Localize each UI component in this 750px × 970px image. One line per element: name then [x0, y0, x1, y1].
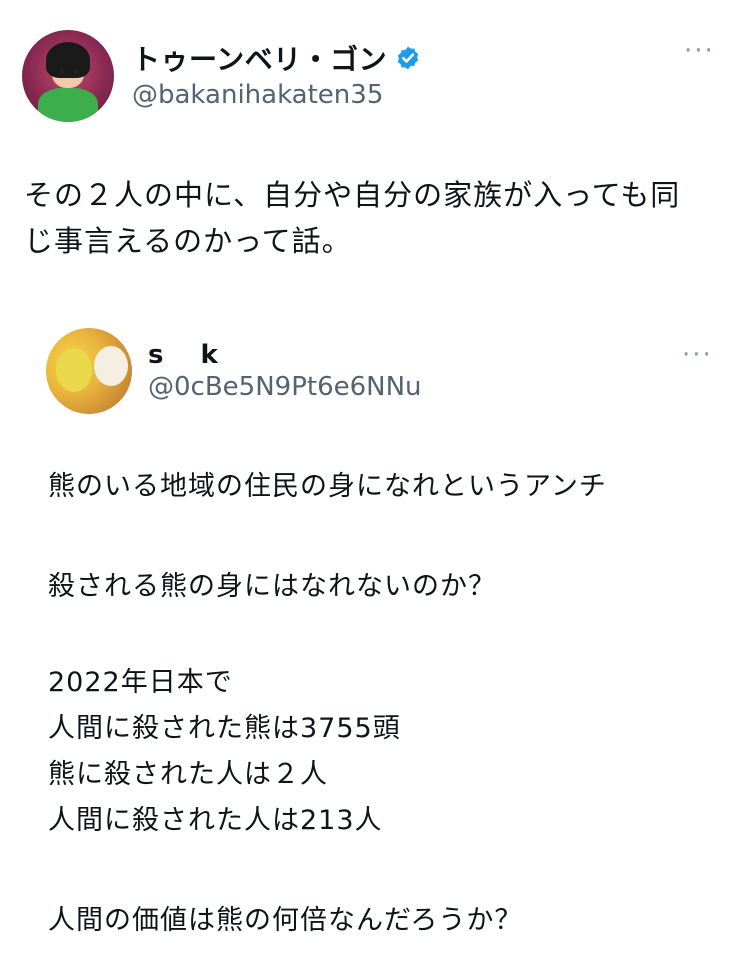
quoted-more-options-icon[interactable]: ···	[682, 340, 713, 370]
quoted-text-line: 熊に殺された人は２人	[48, 759, 328, 790]
quoted-text-line: 2022年日本で	[48, 667, 233, 698]
tweet-text: その２人の中に、自分や自分の家族が入っても同 じ事言えるのかって話。	[24, 178, 681, 258]
quoted-author-handle[interactable]: @0cBe5N9Pt6e6NNu	[148, 372, 422, 402]
tweet-author-name[interactable]: トゥーンベリ・ゴン	[132, 38, 421, 78]
author-name-text: トゥーンベリ・ゴン	[132, 43, 388, 76]
quoted-text-line: 人間の価値は熊の何倍なんだろうか？	[48, 905, 523, 936]
quoted-text-line: 殺される熊の身にはなれないのか？	[48, 571, 496, 602]
quoted-text-line: 人間に殺された熊は3755頭	[48, 713, 401, 744]
quoted-author-name[interactable]: s k	[148, 340, 232, 370]
tweet-author-handle[interactable]: @bakanihakaten35	[132, 80, 383, 110]
quoted-author-avatar[interactable]	[46, 328, 132, 414]
more-options-icon[interactable]: ···	[684, 36, 715, 66]
verified-badge-icon	[397, 46, 419, 70]
quoted-text-line: 熊のいる地域の住民の身になれというアンチ	[48, 471, 607, 502]
quoted-text-line: 人間に殺された人は213人	[48, 805, 383, 836]
tweet-author-avatar[interactable]	[22, 30, 114, 122]
